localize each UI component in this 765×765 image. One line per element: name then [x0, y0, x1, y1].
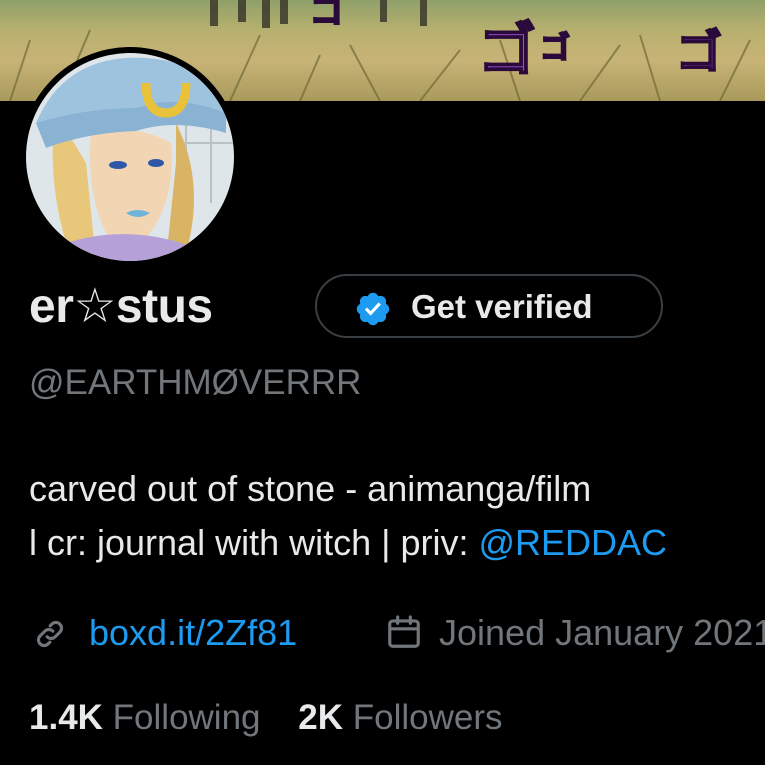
following-link[interactable]: 1.4K Following: [29, 698, 261, 737]
joined-date: Joined January 2021: [439, 612, 765, 653]
bio-line-2-text: l cr: journal with witch | priv:: [29, 522, 479, 563]
sfx-glyph: ゴ: [310, 0, 344, 31]
verified-badge-icon: [356, 292, 390, 326]
following-label: Following: [112, 698, 261, 737]
link-icon: [36, 620, 64, 648]
get-verified-button[interactable]: Get verified: [315, 274, 663, 338]
user-handle: @EARTHMØVERRR: [29, 363, 362, 402]
sfx-glyph: ゴ: [676, 25, 722, 79]
profile-bio: carved out of stone - animanga/film l cr…: [29, 462, 765, 570]
sfx-glyph: ゴ: [478, 16, 536, 84]
following-count: 1.4K: [29, 698, 103, 737]
calendar-icon: [388, 615, 420, 648]
bio-mention-link[interactable]: @REDDAC: [478, 522, 667, 563]
avatar[interactable]: [26, 53, 234, 261]
website-link[interactable]: boxd.it/2Zf81: [89, 611, 297, 655]
avatar-portrait: [26, 53, 234, 261]
follow-stats: 1.4K Following 2K Followers: [29, 695, 531, 741]
bio-line-1: carved out of stone - animanga/film: [29, 468, 592, 509]
followers-label: Followers: [352, 698, 503, 737]
display-name: er☆stus: [29, 280, 213, 333]
get-verified-label: Get verified: [411, 288, 593, 325]
bio-line-2: l cr: journal with witch | priv: @REDDAC: [29, 516, 765, 570]
followers-link[interactable]: 2K Followers: [298, 698, 502, 737]
followers-count: 2K: [298, 698, 344, 737]
profile-meta: boxd.it/2Zf81 Joined January 2021: [29, 607, 765, 655]
sfx-glyph: ゴ: [540, 31, 570, 66]
